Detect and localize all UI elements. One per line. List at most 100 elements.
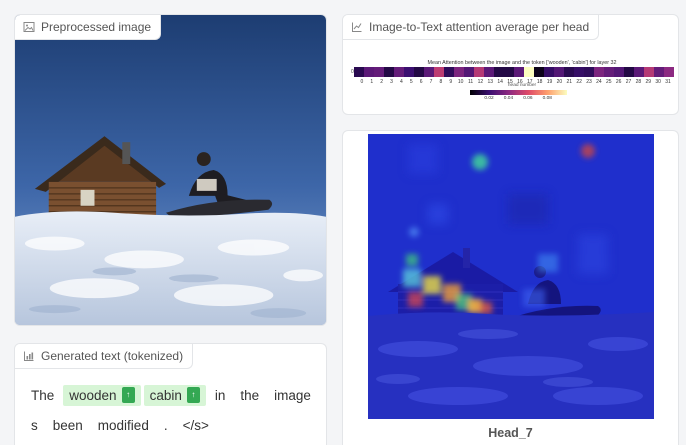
heatmap-cell (363, 67, 374, 77)
heatmap-cell (373, 67, 384, 77)
heatmap-x-tick: 25 (606, 79, 612, 85)
heatmap-x-tick: 1 (370, 79, 374, 85)
token: ha (320, 385, 327, 406)
head-attention-panel: Head_7 (342, 130, 679, 445)
heatmap-cell (633, 67, 644, 77)
heatmap-cell (483, 67, 494, 77)
heatmap-x-tick: 5 (409, 79, 413, 85)
preprocessed-image (15, 15, 326, 325)
heatmap-x-tick: 20 (556, 79, 563, 85)
preprocessed-image-label: Preprocessed image (15, 15, 162, 40)
heatmap-cell (663, 67, 674, 77)
token: </s> (177, 415, 215, 436)
preprocessed-image-panel: Preprocessed image (14, 14, 327, 326)
heatmap-x-tick: 6 (419, 79, 423, 85)
heatmap-x-tick: 24 (596, 79, 602, 85)
heatmap-cell (463, 67, 474, 77)
token-text: in (214, 387, 226, 403)
token-line: s been modified. </s> (25, 410, 325, 440)
head-attention-image (368, 134, 654, 419)
heatmap-cell (563, 67, 574, 77)
heatmap-cell (613, 67, 624, 77)
heatmap-cell (383, 67, 394, 77)
heatmap-cell (593, 67, 604, 77)
heatmap-x-tick: 31 (665, 79, 671, 85)
heatmap-cell (583, 67, 594, 77)
heatmap-x-tick: 18 (536, 79, 543, 85)
heatmap-cell (643, 67, 654, 77)
heatmap-cell (503, 67, 514, 77)
token-text: wooden (69, 387, 117, 403)
heatmap-x-tick: 4 (400, 79, 403, 85)
heatmap-cell (513, 67, 524, 77)
heatmap-x-tick: 0 (360, 79, 364, 85)
heatmap-cell (403, 67, 414, 77)
token: modified (92, 415, 155, 436)
heatmap-cell (523, 67, 534, 77)
token-text: s (31, 417, 38, 433)
heatmap-x-tick: 22 (576, 79, 582, 85)
heatmap-x-tick: 27 (625, 79, 632, 85)
token-text: image (274, 387, 311, 403)
heatmap-cell (603, 67, 614, 77)
colorbar-tick: 0.06 (523, 96, 533, 101)
heatmap-x-tick: 7 (429, 79, 433, 85)
heatmap-cell (493, 67, 504, 77)
heatmap-cell (353, 67, 364, 77)
heatmap-x-tick: 19 (546, 79, 553, 85)
token-text: ha (326, 388, 327, 403)
heatmap-cell (533, 67, 544, 77)
token-line: Thewooden↑cabin↑intheimageha (25, 380, 327, 410)
token: The (25, 385, 60, 406)
token-text: </s> (182, 417, 209, 433)
heatmap-x-tick: 14 (497, 79, 503, 85)
token-list: Thewooden↑cabin↑intheimagehasbeenmodifie… (25, 380, 327, 440)
heatmap-cell (453, 67, 464, 77)
heatmap-title: Mean Attention between the image and the… (427, 60, 617, 66)
text-chart-icon (24, 351, 34, 361)
token-text: cabin (149, 387, 182, 403)
token: s (25, 415, 44, 436)
heatmap-cell (543, 67, 554, 77)
attention-label: Image-to-Text attention average per head (343, 15, 600, 40)
heatmap-cell (423, 67, 434, 77)
token-text: been (52, 417, 83, 433)
heatmap-x-tick: 23 (586, 79, 592, 85)
token-badge: ↑ (186, 387, 200, 403)
heatmap-x-tick: 28 (635, 79, 642, 85)
heatmap-cell (653, 67, 664, 77)
heatmap-x-tick: 26 (615, 79, 622, 85)
highlighted-token: wooden ↑ (63, 384, 141, 406)
colorbar-ticks: 0.02 0.04 0.06 0.08 (470, 95, 580, 101)
token: image (268, 385, 317, 406)
token-text: modified (97, 417, 149, 433)
heatmap-x-tick: 10 (457, 79, 464, 85)
token-text: . (163, 417, 168, 433)
heatmap-x-tick: 13 (487, 79, 494, 85)
heatmap-cell (413, 67, 424, 77)
line-chart-icon (352, 22, 362, 32)
heatmap-cells (353, 67, 674, 77)
colorbar-tick: 0.04 (503, 96, 514, 101)
image-icon (23, 22, 35, 32)
colorbar-tick: 0.08 (542, 96, 552, 101)
highlighted-token: cabin ↑ (143, 384, 206, 406)
generated-text-label: Generated text (tokenized) (15, 344, 194, 369)
attention-overlay-image (368, 134, 654, 419)
colorbar-tick: 0.02 (484, 96, 494, 101)
heatmap-x-tick: 12 (477, 79, 484, 85)
token: been (47, 415, 89, 436)
heatmap-x-tick: 2 (380, 79, 384, 85)
heatmap-cell (443, 67, 454, 77)
generated-text-panel: Generated text (tokenized) The wooden ↑ cab… (14, 343, 327, 445)
token: in (209, 385, 232, 406)
heatmap-cell (573, 67, 584, 77)
heatmap-x-tick: 8 (439, 79, 443, 85)
heatmap-x-tick: 11 (467, 79, 474, 85)
heatmap-x-tick: 30 (655, 79, 661, 85)
heatmap-cell (623, 67, 634, 77)
heatmap-cell (553, 67, 564, 77)
attention-heatmap: Mean Attention between the image and the… (351, 59, 674, 101)
token: the (234, 385, 265, 406)
heatmap-cell (393, 67, 404, 77)
